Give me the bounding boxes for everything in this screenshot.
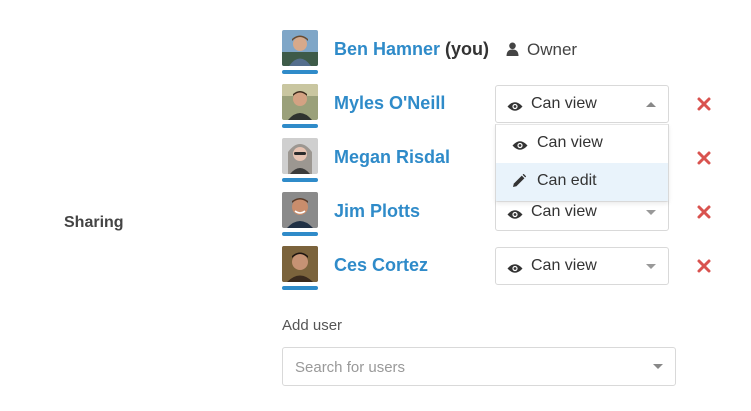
permission-label: Can view (531, 203, 597, 220)
dropdown-option-label: Can view (537, 134, 603, 151)
add-user-label: Add user (282, 317, 343, 334)
permission-select[interactable]: Can view (495, 247, 669, 285)
pencil-icon (512, 173, 527, 193)
avatar (282, 30, 318, 74)
user-name[interactable]: Ces Cortez (334, 255, 428, 276)
remove-user-icon[interactable] (696, 204, 712, 220)
owner-role: Owner (506, 40, 577, 61)
eye-icon (507, 207, 523, 225)
chevron-down-icon (646, 264, 656, 269)
user-name-text[interactable]: Ben Hamner (334, 39, 440, 59)
chevron-down-icon[interactable] (653, 364, 663, 369)
user-name[interactable]: Myles O'Neill (334, 93, 445, 114)
dropdown-option-label: Can edit (537, 172, 597, 189)
user-search-select[interactable] (282, 347, 676, 386)
owner-role-label: Owner (527, 40, 578, 59)
remove-user-icon[interactable] (696, 150, 712, 166)
eye-icon (507, 99, 523, 117)
sharing-section-label: Sharing (64, 214, 124, 231)
avatar (282, 138, 318, 182)
user-row-myles-oneill: Myles O'Neill Can view (282, 84, 722, 128)
chevron-down-icon (646, 210, 656, 215)
eye-icon (507, 261, 523, 279)
user-search-input[interactable] (293, 356, 637, 378)
user-name[interactable]: Megan Risdal (334, 147, 450, 168)
dropdown-option-can-view[interactable]: Can view (496, 125, 668, 163)
dropdown-option-can-edit[interactable]: Can edit (496, 163, 668, 201)
user-row-ces-cortez: Ces Cortez Can view (282, 246, 722, 290)
eye-icon (512, 138, 528, 156)
permission-label: Can view (531, 257, 597, 274)
avatar (282, 192, 318, 236)
you-suffix: (you) (445, 39, 490, 59)
avatar (282, 246, 318, 290)
permission-label: Can view (531, 95, 597, 112)
remove-user-icon[interactable] (696, 96, 712, 112)
person-icon (506, 41, 519, 61)
permission-dropdown-menu: Can view Can edit (495, 124, 669, 202)
user-name[interactable]: Jim Plotts (334, 201, 420, 222)
user-row-ben-hamner: Ben Hamner (you) Owner (282, 30, 722, 74)
chevron-up-icon (646, 102, 656, 107)
permission-select[interactable]: Can view (495, 85, 669, 123)
avatar (282, 84, 318, 128)
remove-user-icon[interactable] (696, 258, 712, 274)
user-name[interactable]: Ben Hamner (you) (334, 39, 489, 60)
